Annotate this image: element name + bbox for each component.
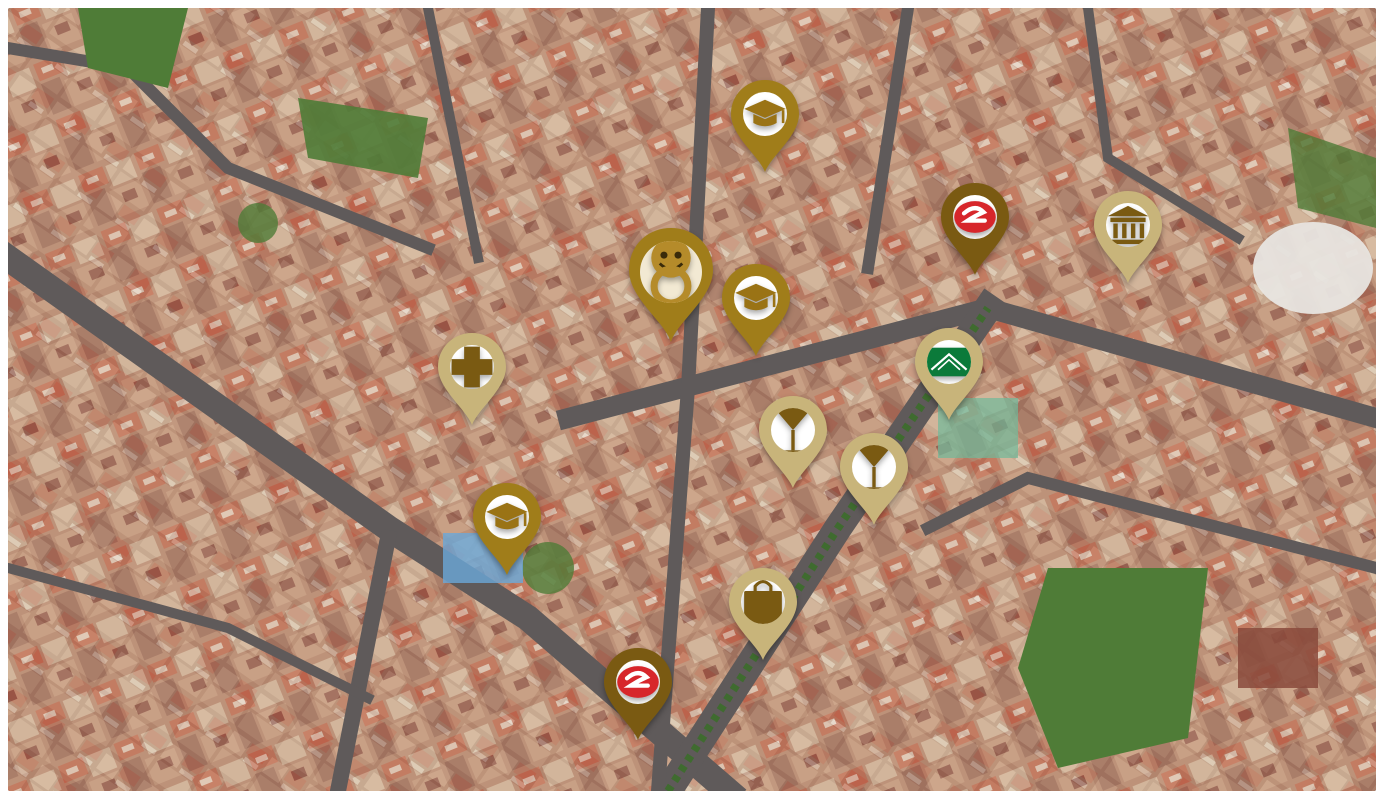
map-viewport[interactable] bbox=[8, 8, 1376, 791]
door-knocker-icon bbox=[640, 241, 702, 303]
museum-icon bbox=[1106, 203, 1150, 247]
graduation-cap-icon bbox=[743, 92, 787, 136]
pin-hospital[interactable] bbox=[436, 331, 508, 427]
pin-metro-2[interactable] bbox=[602, 646, 674, 742]
graduation-cap-icon bbox=[485, 495, 529, 539]
pin-university-1[interactable] bbox=[729, 78, 801, 174]
cocktail-glass-icon bbox=[771, 408, 815, 452]
pin-department-store[interactable] bbox=[913, 326, 985, 422]
aerial-map[interactable] bbox=[8, 8, 1376, 791]
graduation-cap-icon bbox=[734, 276, 778, 320]
pin-main-location[interactable] bbox=[625, 226, 717, 344]
pin-metro-1[interactable] bbox=[939, 181, 1011, 277]
pin-shopping[interactable] bbox=[727, 566, 799, 662]
pin-bar-1[interactable] bbox=[757, 394, 829, 490]
medical-cross-icon bbox=[450, 345, 494, 389]
cocktail-glass-icon bbox=[852, 445, 896, 489]
metro-logo-icon bbox=[616, 660, 660, 704]
pin-bar-2[interactable] bbox=[838, 431, 910, 527]
metro-logo-icon bbox=[953, 195, 997, 239]
pin-university-2[interactable] bbox=[720, 262, 792, 358]
store-logo-icon bbox=[927, 340, 971, 384]
shopping-bag-icon bbox=[741, 580, 785, 624]
pin-museum[interactable] bbox=[1092, 189, 1164, 285]
pin-university-3[interactable] bbox=[471, 481, 543, 577]
